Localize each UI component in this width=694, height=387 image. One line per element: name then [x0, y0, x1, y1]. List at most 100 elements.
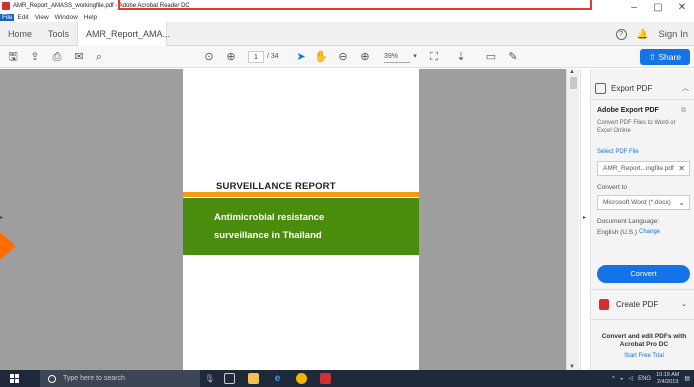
- tab-bar-right: ? 🔔 Sign In: [615, 22, 688, 46]
- share-icon: ⇧: [648, 52, 659, 62]
- highlight-box: [118, 0, 592, 10]
- bell-icon[interactable]: 🔔: [637, 29, 649, 40]
- selected-file-field[interactable]: AMR_Report...ingfile.pdf ✕: [597, 161, 690, 176]
- create-pdf-header[interactable]: Create PDF: [599, 299, 658, 310]
- convert-to-label: Convert to: [597, 184, 627, 191]
- notifications-icon[interactable]: ▤: [684, 375, 690, 382]
- convert-format-value: Microsoft Word (*.docx): [603, 199, 671, 206]
- orange-divider: [183, 192, 419, 197]
- pro-promo-text: Convert and edit PDFs with Acrobat Pro D…: [601, 333, 687, 348]
- free-trial-link[interactable]: Start Free Trial: [595, 353, 693, 359]
- chrome-icon[interactable]: [296, 373, 307, 384]
- menu-window[interactable]: Window: [52, 14, 81, 21]
- share-label: Share: [658, 52, 682, 62]
- export-pdf-icon: [595, 82, 606, 94]
- comment-icon[interactable]: ▭: [484, 49, 498, 65]
- zoom-out-icon[interactable]: ⊖: [336, 49, 350, 65]
- vertical-scrollbar[interactable]: ▲ ▼: [566, 69, 579, 370]
- input-language[interactable]: ENG: [638, 376, 651, 382]
- taskbar-search-placeholder: Type here to search: [63, 375, 125, 382]
- create-pdf-label: Create PDF: [616, 300, 659, 309]
- doc-language-label: Document Language:: [597, 218, 660, 225]
- task-view-icon[interactable]: [224, 373, 235, 384]
- acrobat-app-icon: [2, 2, 10, 10]
- convert-format-select[interactable]: Microsoft Word (*.docx) ⌄: [597, 195, 690, 210]
- menu-file[interactable]: File: [0, 13, 15, 21]
- tab-document-label: AMR_Report_AMA...: [86, 28, 171, 39]
- tray-chevron-icon[interactable]: ^: [612, 376, 615, 382]
- panel-divider: [591, 99, 694, 100]
- tab-home[interactable]: Home: [0, 22, 40, 46]
- panel-collapse-strip[interactable]: ▸: [581, 69, 591, 370]
- fit-page-icon[interactable]: ⛶: [426, 49, 442, 65]
- volume-icon[interactable]: ◁: [628, 375, 633, 382]
- network-icon[interactable]: ◒: [620, 376, 624, 382]
- right-tools-panel: ▸ Export PDF ︿ Adobe Export PDF ⧉ Conver…: [580, 69, 694, 370]
- report-title: SURVEILLANCE REPORT: [216, 181, 336, 192]
- pen-icon[interactable]: ✎: [506, 49, 520, 65]
- menu-bar: File Edit View Window Help: [0, 12, 100, 22]
- menu-edit[interactable]: Edit: [14, 14, 31, 21]
- clock-date: 2/4/2019: [656, 378, 679, 385]
- close-window-button[interactable]: ✕: [670, 0, 694, 22]
- window-controls: – ▢ ✕: [622, 0, 694, 22]
- left-pane-toggle-icon[interactable]: ▸: [0, 214, 6, 226]
- toolbar: 🖫 ⇪ ⎙ ✉ ⌕ ⊙ ⊕ 1 / 34 ➤ ✋ ⊖ ⊕ 39% ▾ ⛶ ⇣ ▭…: [0, 46, 694, 68]
- chevron-down-icon: ⌄: [678, 198, 685, 207]
- help-icon[interactable]: ?: [615, 28, 627, 40]
- share-button[interactable]: ⇧ Share: [640, 49, 690, 65]
- zoom-in-icon[interactable]: ⊕: [358, 49, 372, 65]
- page-down-icon[interactable]: ⊕: [224, 49, 238, 65]
- microphone-icon[interactable]: 🎙: [204, 373, 215, 384]
- menu-help[interactable]: Help: [81, 14, 100, 21]
- tab-document[interactable]: AMR_Report_AMA... ×: [77, 21, 171, 63]
- search-icon[interactable]: ⌕: [92, 49, 106, 65]
- remove-file-icon[interactable]: ✕: [678, 162, 685, 176]
- subtitle-banner: Antimicrobial resistance surveillance in…: [183, 198, 419, 255]
- document-viewer[interactable]: SURVEILLANCE REPORT Antimicrobial resist…: [0, 69, 566, 370]
- chevron-up-icon[interactable]: ︿: [682, 83, 689, 93]
- page-up-icon[interactable]: ⊙: [202, 49, 216, 65]
- panel-divider: [591, 289, 694, 290]
- copy-icon[interactable]: ⧉: [681, 107, 686, 115]
- panel-divider: [591, 319, 694, 320]
- acrobat-taskbar-icon[interactable]: [320, 373, 331, 384]
- export-description: Convert PDF Files to Word or Excel Onlin…: [597, 120, 676, 134]
- subtitle-line-1: Antimicrobial resistance: [214, 212, 325, 223]
- scroll-thumb[interactable]: [570, 77, 577, 89]
- page-total: / 34: [267, 53, 279, 60]
- subtitle-line-2: surveillance in Thailand: [214, 230, 322, 241]
- taskbar-search[interactable]: Type here to search: [40, 370, 200, 387]
- edge-browser-icon[interactable]: e: [272, 373, 283, 384]
- page-number-input[interactable]: 1: [248, 51, 264, 63]
- clock[interactable]: 10:19 AM 2/4/2019: [656, 372, 679, 386]
- windows-start-icon[interactable]: [10, 374, 19, 383]
- upload-cloud-icon[interactable]: ⇪: [28, 49, 42, 65]
- hand-tool-icon[interactable]: ✋: [314, 49, 328, 65]
- sign-in-link[interactable]: Sign In: [658, 29, 688, 40]
- change-language-link[interactable]: Change: [639, 229, 660, 235]
- orange-arrow-pointer: [0, 232, 16, 260]
- maximize-button[interactable]: ▢: [646, 0, 670, 22]
- select-cursor-icon[interactable]: ➤: [294, 49, 308, 65]
- zoom-dropdown-icon[interactable]: ▾: [410, 49, 420, 65]
- tab-tools[interactable]: Tools: [40, 22, 77, 46]
- pdf-page[interactable]: SURVEILLANCE REPORT Antimicrobial resist…: [183, 69, 419, 370]
- scroll-mode-icon[interactable]: ⇣: [454, 49, 468, 65]
- minimize-button[interactable]: –: [622, 0, 646, 22]
- zoom-level-input[interactable]: 39%: [384, 51, 410, 63]
- system-tray: ^ ◒ ◁ ENG 10:19 AM 2/4/2019 ▤: [612, 370, 690, 387]
- email-icon[interactable]: ✉: [72, 49, 86, 65]
- convert-button[interactable]: Convert: [597, 265, 690, 283]
- chevron-down-icon[interactable]: ⌄: [681, 300, 687, 308]
- menu-view[interactable]: View: [32, 14, 52, 21]
- collapse-panel-icon[interactable]: ▸: [583, 214, 586, 221]
- scroll-up-icon[interactable]: ▲: [569, 69, 575, 75]
- create-pdf-icon: [599, 299, 609, 310]
- export-pdf-header[interactable]: Export PDF ︿: [595, 81, 691, 95]
- save-icon[interactable]: 🖫: [6, 49, 20, 65]
- select-pdf-link[interactable]: Select PDF File: [597, 149, 639, 155]
- file-explorer-icon[interactable]: [248, 373, 259, 384]
- print-icon[interactable]: ⎙: [50, 49, 64, 65]
- windows-taskbar: Type here to search 🎙 e ^ ◒ ◁ ENG 10:19 …: [0, 370, 694, 387]
